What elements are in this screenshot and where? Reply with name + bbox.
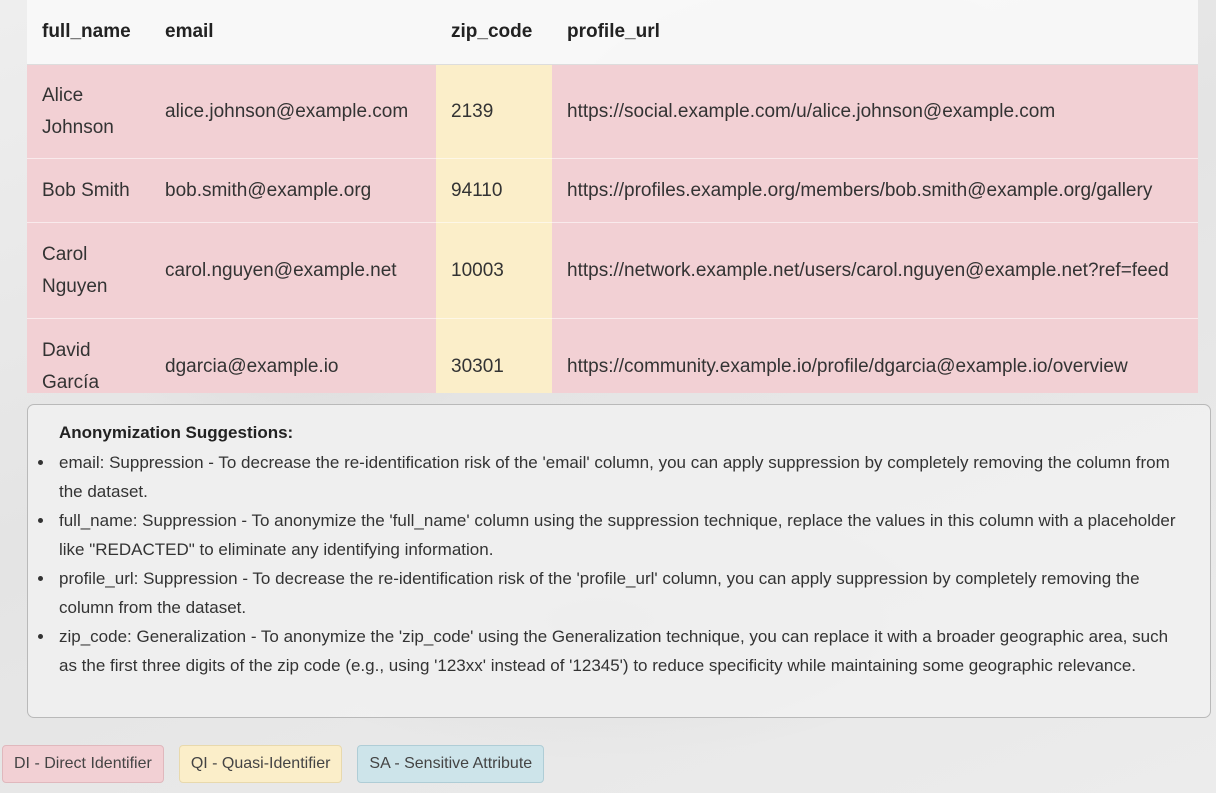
cell-profile-url: https://network.example.net/users/carol.…: [552, 222, 1198, 319]
cell-email: alice.johnson@example.com: [150, 64, 436, 159]
table-row: Alice Johnson alice.johnson@example.com …: [27, 64, 1198, 159]
data-table: full_name email zip_code profile_url Ali…: [27, 0, 1198, 393]
cell-full-name: Bob Smith: [27, 158, 150, 223]
suggestion-item: full_name: Suppression - To anonymize th…: [38, 506, 1190, 564]
cell-full-name: Alice Johnson: [27, 64, 150, 159]
data-table-container[interactable]: full_name email zip_code profile_url Ali…: [27, 0, 1198, 393]
legend-badge-quasi-identifier: QI - Quasi-Identifier: [178, 745, 343, 783]
column-header-full-name: full_name: [27, 0, 150, 65]
legend-badge-sensitive-attribute: SA - Sensitive Attribute: [357, 745, 545, 783]
cell-profile-url: https://profiles.example.org/members/bob…: [552, 158, 1198, 223]
suggestion-item: zip_code: Generalization - To anonymize …: [38, 622, 1190, 680]
table-row: Carol Nguyen carol.nguyen@example.net 10…: [27, 222, 1198, 319]
cell-zip-code: 30301: [436, 318, 552, 393]
cell-email: carol.nguyen@example.net: [150, 222, 436, 319]
anonymization-suggestions-panel: Anonymization Suggestions: email: Suppre…: [27, 404, 1211, 718]
suggestions-list: email: Suppression - To decrease the re-…: [38, 448, 1190, 680]
cell-profile-url: https://community.example.io/profile/dga…: [552, 318, 1198, 393]
suggestion-item: profile_url: Suppression - To decrease t…: [38, 564, 1190, 622]
cell-zip-code: 94110: [436, 158, 552, 223]
cell-email: dgarcia@example.io: [150, 318, 436, 393]
cell-profile-url: https://social.example.com/u/alice.johns…: [552, 64, 1198, 159]
cell-full-name: Carol Nguyen: [27, 222, 150, 319]
legend-badge-direct-identifier: DI - Direct Identifier: [2, 745, 164, 783]
column-header-profile-url: profile_url: [552, 0, 1198, 65]
cell-full-name: David García: [27, 318, 150, 393]
legend: DI - Direct Identifier QI - Quasi-Identi…: [2, 745, 545, 783]
table-row: Bob Smith bob.smith@example.org 94110 ht…: [27, 158, 1198, 223]
suggestions-title: Anonymization Suggestions:: [59, 423, 294, 442]
suggestion-item: email: Suppression - To decrease the re-…: [38, 448, 1190, 506]
table-row: David García dgarcia@example.io 30301 ht…: [27, 318, 1198, 393]
column-header-email: email: [150, 0, 436, 65]
cell-email: bob.smith@example.org: [150, 158, 436, 223]
cell-zip-code: 2139: [436, 64, 552, 159]
cell-zip-code: 10003: [436, 222, 552, 319]
table-header-row: full_name email zip_code profile_url: [27, 0, 1198, 65]
column-header-zip-code: zip_code: [436, 0, 552, 65]
